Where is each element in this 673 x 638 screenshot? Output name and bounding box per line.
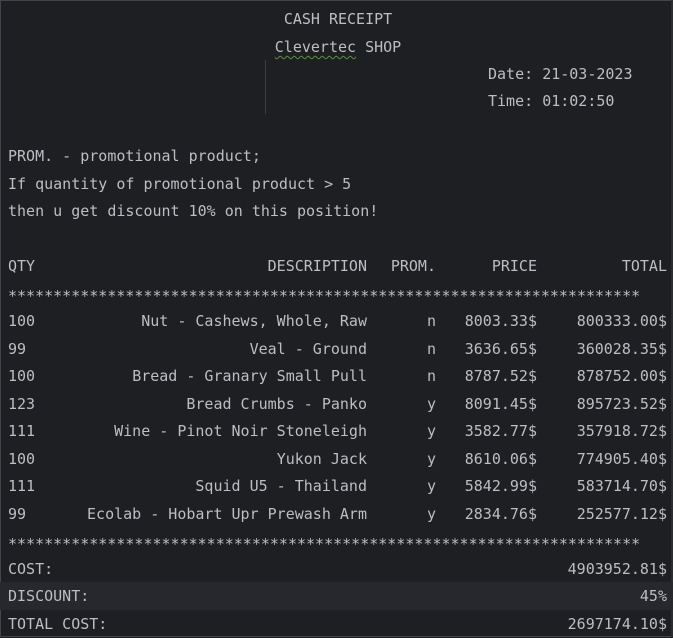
row-total: 252577.12$ — [576, 505, 667, 523]
row-prom: n — [426, 367, 436, 385]
row-price: 5842.99$ — [464, 477, 537, 495]
date-row: Date: 21-03-2023 — [488, 62, 633, 86]
row-qty: 99 — [8, 505, 27, 523]
header-price: PRICE — [491, 257, 537, 275]
row-total: 800333.00$ — [576, 312, 667, 330]
row-description: Ecolab - Hobart Upr Prewash Arm — [87, 505, 367, 523]
receipt-title: CASH RECEIPT — [283, 10, 393, 28]
row-price: 3636.65$ — [464, 340, 537, 358]
discount-label: DISCOUNT: — [8, 587, 90, 605]
header-qty: QTY — [8, 257, 36, 275]
time-row: Time: 01:02:50 — [488, 89, 614, 113]
row-total: 583714.70$ — [576, 477, 667, 495]
row-description-part: Wine - Pinot Noir Stoneleigh — [114, 422, 367, 440]
row-total: 357918.72$ — [576, 422, 667, 440]
row-description: Yukon Jack — [276, 450, 367, 468]
row-prom: y — [426, 505, 436, 523]
current-line-highlight — [0, 582, 673, 610]
note-line: then u get discount 10% on this position… — [8, 202, 379, 220]
separator-bottom: ****************************************… — [8, 535, 641, 553]
row-total: 878752.00$ — [576, 367, 667, 385]
row-total: 774905.40$ — [576, 450, 667, 468]
row-qty: 111 — [8, 422, 36, 440]
row-prom: y — [426, 450, 436, 468]
header-description: DESCRIPTION — [267, 257, 367, 275]
row-price: 8091.45$ — [464, 395, 537, 413]
time-value: 01:02:50 — [542, 92, 615, 110]
row-description: Nut - Cashews, Whole, Raw — [141, 312, 367, 330]
note-line: PROM. - promotional product; — [8, 147, 261, 165]
row-price: 8003.33$ — [464, 312, 537, 330]
shop-name-suffix: SHOP — [356, 38, 402, 56]
row-prom: y — [426, 477, 436, 495]
date-label: Date: — [488, 65, 534, 83]
row-qty: 123 — [8, 395, 36, 413]
row-qty: 100 — [8, 450, 36, 468]
discount-value: 45% — [639, 587, 667, 605]
row-price: 8787.52$ — [464, 367, 537, 385]
row-total: 895723.52$ — [576, 395, 667, 413]
row-prom: y — [426, 422, 436, 440]
row-qty: 100 — [8, 367, 36, 385]
row-qty: 100 — [8, 312, 36, 330]
row-price: 3582.77$ — [464, 422, 537, 440]
shop-name-main: Clevertec — [274, 38, 357, 56]
total-cost-label: TOTAL COST: — [8, 615, 108, 633]
note-line: If quantity of promotional product > 5 — [8, 175, 352, 193]
row-qty: 111 — [8, 477, 36, 495]
row-qty: 99 — [8, 340, 27, 358]
separator-top: ****************************************… — [8, 287, 641, 305]
row-description: Bread Crumbs - Panko — [186, 395, 367, 413]
row-description: Wine - Pinot Noir Stoneleigh — [114, 418, 367, 445]
indent-guide — [265, 60, 266, 114]
row-description: Squid U5 - Thailand — [195, 477, 367, 495]
row-prom: n — [426, 340, 436, 358]
cost-label: COST: — [8, 560, 54, 578]
row-description: Veal - Ground — [249, 340, 367, 358]
row-total: 360028.35$ — [576, 340, 667, 358]
time-label: Time: — [488, 92, 534, 110]
row-description: Bread - Granary Small Pull — [132, 367, 367, 385]
row-price: 8610.06$ — [464, 450, 537, 468]
total-cost-value: 2697174.10$ — [567, 615, 667, 633]
row-prom: y — [426, 395, 436, 413]
date-value: 21-03-2023 — [542, 65, 633, 83]
row-prom: n — [426, 312, 436, 330]
shop-name: Clevertec SHOP — [8, 35, 668, 59]
row-price: 2834.76$ — [464, 505, 537, 523]
header-total: TOTAL — [621, 257, 667, 275]
header-prom: PROM. — [390, 257, 436, 275]
cost-value: 4903952.81$ — [567, 560, 667, 578]
